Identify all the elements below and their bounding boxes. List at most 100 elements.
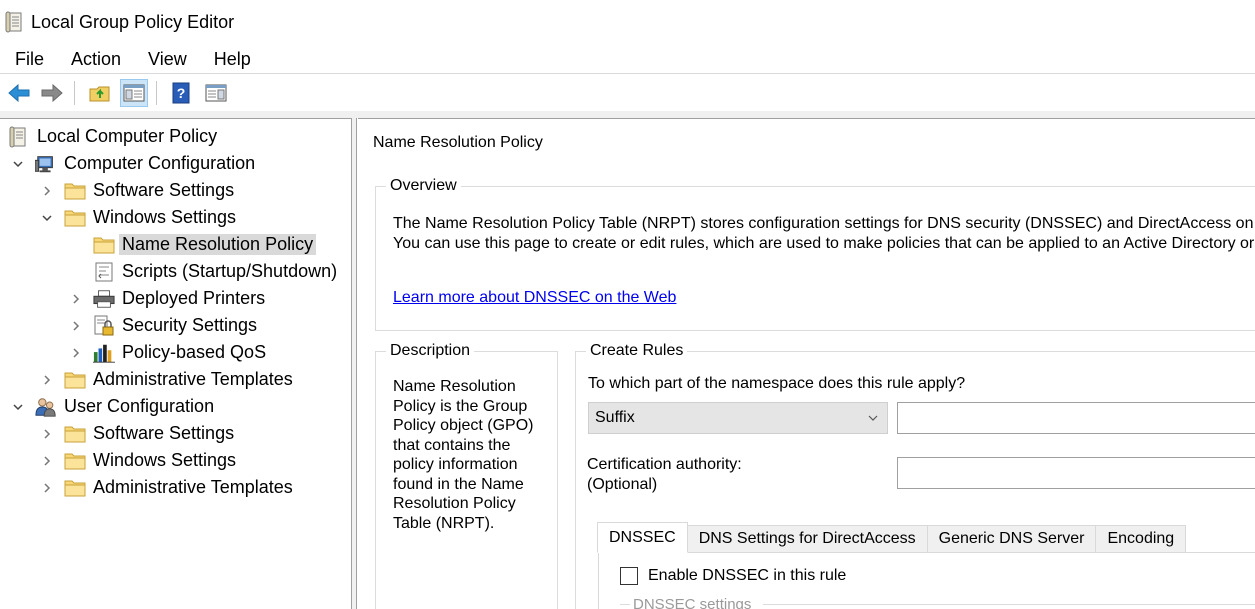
tree-item-label: Software Settings (93, 180, 235, 200)
folder-icon (64, 450, 86, 472)
tree-item-label: Policy-based QoS (122, 342, 267, 362)
namespace-type-dropdown[interactable]: Suffix (588, 402, 888, 434)
menu-file[interactable]: File (0, 44, 56, 74)
toolbar-separator (156, 81, 157, 105)
tree-item-label: Windows Settings (93, 450, 237, 470)
up-folder-icon[interactable] (86, 79, 114, 107)
policy-document-icon (5, 11, 25, 38)
pane-splitter[interactable] (352, 118, 357, 609)
divider (763, 604, 1255, 605)
show-hide-tree-icon[interactable] (120, 79, 148, 107)
certification-authority-input[interactable] (897, 457, 1255, 489)
overview-text: The Name Resolution Policy Table (NRPT) … (393, 214, 1254, 254)
overview-line-2: You can use this page to create or edit … (393, 235, 1255, 252)
chevron-right-icon[interactable] (69, 319, 83, 333)
tree-item-cc-windows-settings[interactable]: Windows Settings (40, 204, 236, 231)
chevron-right-icon[interactable] (40, 454, 54, 468)
cert-label-line-2: (Optional) (587, 476, 658, 493)
dnssec-settings-label: DNSSEC settings (633, 596, 752, 609)
chevron-down-icon[interactable] (11, 400, 25, 414)
title-bar: Local Group Policy Editor (0, 0, 1255, 44)
chevron-right-icon[interactable] (69, 292, 83, 306)
folder-icon (93, 234, 115, 256)
tab-encoding[interactable]: Encoding (1095, 525, 1187, 553)
tree-item-label: Windows Settings (93, 207, 237, 227)
tree-item-security-settings[interactable]: Security Settings (69, 312, 257, 339)
security-lock-icon (93, 315, 115, 337)
tree-item-scripts[interactable]: Scripts (Startup/Shutdown) (93, 258, 337, 285)
tab-dns-settings-directaccess[interactable]: DNS Settings for DirectAccess (686, 525, 928, 553)
computer-icon (35, 153, 57, 175)
tree-item-deployed-printers[interactable]: Deployed Printers (69, 285, 265, 312)
overview-legend: Overview (386, 177, 461, 195)
chevron-right-icon[interactable] (69, 346, 83, 360)
tree-item-local-computer-policy[interactable]: Local Computer Policy (8, 123, 217, 150)
tree-item-cc-software-settings[interactable]: Software Settings (40, 177, 234, 204)
create-rules-legend: Create Rules (586, 342, 688, 360)
namespace-type-value: Suffix (595, 409, 635, 426)
chevron-right-icon[interactable] (40, 481, 54, 495)
folder-icon (64, 477, 86, 499)
certification-authority-label: Certification authority: (Optional) (587, 455, 742, 495)
tree-item-uc-software-settings[interactable]: Software Settings (40, 420, 234, 447)
description-text: Name Resolution Policy is the Group Poli… (393, 378, 534, 532)
overview-line-1: The Name Resolution Policy Table (NRPT) … (393, 215, 1254, 232)
cert-label-line-1: Certification authority: (587, 456, 742, 473)
description-legend: Description (386, 342, 475, 360)
bar-chart-icon (93, 342, 115, 364)
window-title: Local Group Policy Editor (31, 12, 235, 32)
menu-bar: File Action View Help (0, 44, 1255, 74)
script-icon (93, 261, 115, 283)
folder-icon (64, 180, 86, 202)
tree-item-label: Scripts (Startup/Shutdown) (122, 261, 338, 281)
tree-item-policy-based-qos[interactable]: Policy-based QoS (69, 339, 266, 366)
users-icon (35, 396, 57, 418)
overview-group: Overview (375, 177, 1255, 331)
tab-dnssec[interactable]: DNSSEC (597, 522, 688, 553)
printer-icon (93, 288, 115, 310)
help-icon[interactable]: ? (167, 79, 195, 107)
tree-item-computer-configuration[interactable]: Computer Configuration (11, 150, 255, 177)
menu-help[interactable]: Help (199, 44, 263, 74)
learn-more-link[interactable]: Learn more about DNSSEC on the Web (393, 289, 676, 307)
tree-item-label: Security Settings (122, 315, 258, 335)
tree-item-label: Name Resolution Policy (119, 234, 317, 255)
forward-arrow-icon[interactable] (38, 79, 66, 107)
policy-document-icon (8, 126, 30, 148)
tree-item-label: Administrative Templates (93, 369, 293, 389)
tree-item-uc-administrative-templates[interactable]: Administrative Templates (40, 474, 293, 501)
folder-icon (64, 369, 86, 391)
chevron-right-icon[interactable] (40, 184, 54, 198)
rule-tabs: DNSSEC DNS Settings for DirectAccess Gen… (597, 522, 1187, 553)
console-tree[interactable]: Local Computer Policy Computer Configura… (0, 118, 352, 609)
tree-item-name-resolution-policy[interactable]: Name Resolution Policy (93, 231, 317, 258)
enable-dnssec-checkbox[interactable] (620, 567, 638, 585)
folder-icon (64, 207, 86, 229)
chevron-down-icon[interactable] (11, 157, 25, 171)
chevron-right-icon[interactable] (40, 427, 54, 441)
tree-item-uc-windows-settings[interactable]: Windows Settings (40, 447, 236, 474)
chevron-right-icon[interactable] (40, 373, 54, 387)
folder-icon (64, 423, 86, 445)
tree-item-user-configuration[interactable]: User Configuration (11, 393, 214, 420)
toolbar-spacer (0, 111, 1255, 118)
tree-item-label: User Configuration (64, 396, 215, 416)
namespace-input[interactable] (897, 402, 1255, 434)
back-arrow-icon[interactable] (5, 79, 33, 107)
chevron-down-icon (867, 411, 879, 429)
chevron-down-icon[interactable] (40, 211, 54, 225)
tree-item-label: Deployed Printers (122, 288, 266, 308)
svg-text:?: ? (177, 85, 186, 101)
menu-view[interactable]: View (133, 44, 199, 74)
tab-generic-dns-server[interactable]: Generic DNS Server (926, 525, 1097, 553)
enable-dnssec-label[interactable]: Enable DNSSEC in this rule (648, 567, 846, 585)
toolbar-separator (74, 81, 75, 105)
menu-action[interactable]: Action (56, 44, 133, 74)
tree-item-label: Local Computer Policy (37, 126, 218, 146)
tree-item-label: Administrative Templates (93, 477, 293, 497)
show-action-pane-icon[interactable] (202, 79, 230, 107)
tree-item-cc-administrative-templates[interactable]: Administrative Templates (40, 366, 293, 393)
toolbar: ? (0, 75, 1255, 111)
details-pane: Name Resolution Policy Overview The Name… (358, 118, 1255, 609)
namespace-question: To which part of the namespace does this… (588, 375, 966, 392)
